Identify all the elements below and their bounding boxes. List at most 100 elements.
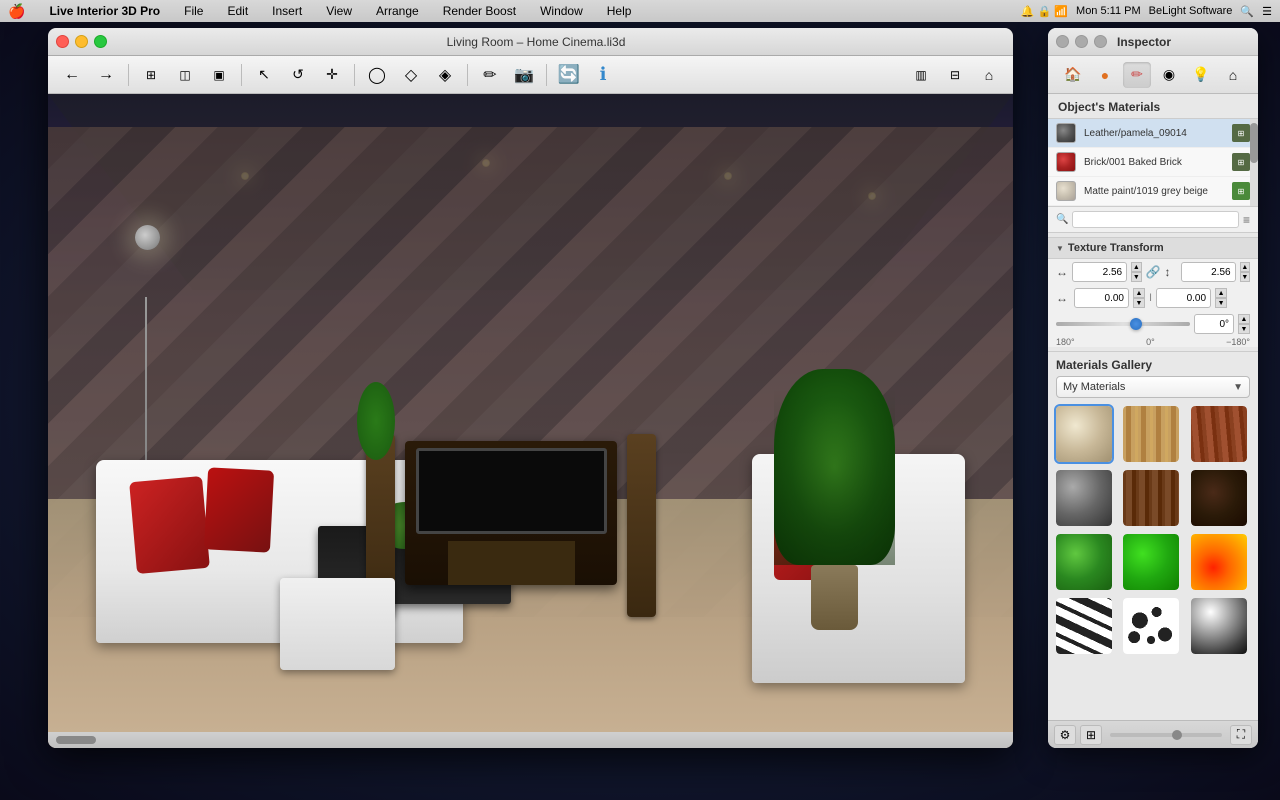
material-icon-leather: ⊞ xyxy=(1232,124,1250,142)
tab-home[interactable]: 🏠 xyxy=(1059,62,1087,88)
filter-menu-button[interactable]: ≡ xyxy=(1243,213,1250,227)
rooms-view-button[interactable]: ⊟ xyxy=(939,61,971,89)
height-up[interactable]: ▲ xyxy=(1240,262,1250,272)
gallery-item-wood-light[interactable] xyxy=(1121,404,1181,464)
minimize-button[interactable] xyxy=(75,35,88,48)
gallery-dropdown[interactable]: My Materials ▼ xyxy=(1056,376,1250,398)
material-item-leather[interactable]: Leather/pamela_09014 ⊞ xyxy=(1048,119,1258,148)
menubar-menu-icon[interactable]: ☰ xyxy=(1262,5,1272,18)
bottom-grid-button[interactable]: ⊞ xyxy=(1080,725,1102,745)
info-button[interactable]: ℹ xyxy=(587,61,619,89)
gallery-item-metal-sphere[interactable] xyxy=(1054,468,1114,528)
menubar-window[interactable]: Window xyxy=(536,4,587,18)
apple-menu[interactable]: 🍎 xyxy=(8,3,25,20)
plant-leaves xyxy=(774,369,896,565)
menubar-render[interactable]: Render Boost xyxy=(439,4,520,18)
menubar-arrange[interactable]: Arrange xyxy=(372,4,423,18)
x-stepper[interactable]: ▲ ▼ xyxy=(1133,288,1145,308)
height-down[interactable]: ▼ xyxy=(1240,272,1250,282)
inspector-close[interactable] xyxy=(1056,35,1069,48)
menubar-edit[interactable]: Edit xyxy=(223,4,252,18)
x-up[interactable]: ▲ xyxy=(1133,288,1145,298)
gallery-item-bright-green[interactable] xyxy=(1121,532,1181,592)
width-down[interactable]: ▼ xyxy=(1131,272,1141,282)
menubar-search-icon[interactable]: 🔍 xyxy=(1240,5,1254,18)
search-input[interactable] xyxy=(1072,211,1239,228)
menubar-appname[interactable]: Live Interior 3D Pro xyxy=(45,4,164,18)
tab-light[interactable]: 💡 xyxy=(1187,62,1215,88)
bottom-slider[interactable] xyxy=(1110,733,1222,737)
inspector-min[interactable] xyxy=(1075,35,1088,48)
pan-tool[interactable]: ✛ xyxy=(316,61,348,89)
draw-button[interactable]: ✏ xyxy=(474,61,506,89)
ottoman[interactable] xyxy=(280,578,396,670)
menubar-file[interactable]: File xyxy=(180,4,207,18)
texture-transform-label: Texture Transform xyxy=(1068,242,1164,254)
material-item-paint[interactable]: Matte paint/1019 grey beige ⊞ xyxy=(1048,177,1258,206)
bottom-fullscreen-button[interactable]: ⛶ xyxy=(1230,725,1252,745)
gallery-item-brown-wood[interactable] xyxy=(1121,468,1181,528)
height-input[interactable] xyxy=(1181,262,1236,282)
rotation-slider-thumb[interactable] xyxy=(1130,318,1142,330)
camera-button[interactable]: 📷 xyxy=(508,61,540,89)
y-stepper[interactable]: ▲ ▼ xyxy=(1215,288,1227,308)
rotation-row: ▲ ▼ xyxy=(1048,311,1258,337)
tab-texture[interactable]: ◉ xyxy=(1155,62,1183,88)
perspective-button[interactable]: ▣ xyxy=(203,61,235,89)
orbit-tool[interactable]: ↺ xyxy=(282,61,314,89)
x-input[interactable] xyxy=(1074,288,1129,308)
close-button[interactable] xyxy=(56,35,69,48)
gallery-item-beige-sphere[interactable] xyxy=(1054,404,1114,464)
rotation-slider-container[interactable] xyxy=(1056,316,1190,332)
x-down[interactable]: ▼ xyxy=(1133,298,1145,308)
rotate-view-button[interactable]: 🔄 xyxy=(553,61,585,89)
materials-scrollbar[interactable] xyxy=(1250,119,1258,206)
select-tool[interactable]: ↖ xyxy=(248,61,280,89)
rotation-down[interactable]: ▼ xyxy=(1238,324,1250,334)
rotation-stepper[interactable]: ▲ ▼ xyxy=(1238,314,1250,334)
gallery-item-wood-dark-red[interactable] xyxy=(1189,404,1249,464)
forward-button[interactable]: → xyxy=(90,61,122,89)
width-stepper[interactable]: ▲ ▼ xyxy=(1131,262,1141,282)
viewport-canvas[interactable] xyxy=(48,94,1013,748)
rotation-input[interactable] xyxy=(1194,314,1234,334)
menubar-insert[interactable]: Insert xyxy=(268,4,306,18)
y-up[interactable]: ▲ xyxy=(1215,288,1227,298)
height-stepper[interactable]: ▲ ▼ xyxy=(1240,262,1250,282)
menubar-help[interactable]: Help xyxy=(603,4,636,18)
scroll-indicator[interactable] xyxy=(56,736,96,744)
width-up[interactable]: ▲ xyxy=(1131,262,1141,272)
y-down[interactable]: ▼ xyxy=(1215,298,1227,308)
width-input[interactable] xyxy=(1072,262,1127,282)
bottom-slider-thumb[interactable] xyxy=(1172,730,1182,740)
gallery-item-zebra[interactable] xyxy=(1054,596,1114,656)
elevation-button[interactable]: ◫ xyxy=(169,61,201,89)
back-button[interactable]: ← xyxy=(56,61,88,89)
texture-transform-header[interactable]: ▼ Texture Transform xyxy=(1048,237,1258,259)
inspector-max[interactable] xyxy=(1094,35,1107,48)
gallery-item-green-sphere[interactable] xyxy=(1054,532,1114,592)
viewport[interactable] xyxy=(48,94,1013,748)
scrollbar-thumb[interactable] xyxy=(1250,123,1258,163)
gallery-item-dark-brown[interactable] xyxy=(1189,468,1249,528)
gallery-item-fire[interactable] xyxy=(1189,532,1249,592)
floorplan-button[interactable]: ⊞ xyxy=(135,61,167,89)
y-input[interactable] xyxy=(1156,288,1211,308)
material-item-brick[interactable]: Brick/001 Baked Brick ⊞ xyxy=(1048,148,1258,177)
bottom-settings-button[interactable]: ⚙ xyxy=(1054,725,1076,745)
rotation-up[interactable]: ▲ xyxy=(1238,314,1250,324)
tab-paint[interactable]: ✏ xyxy=(1123,62,1151,88)
box-button[interactable]: ◇ xyxy=(395,61,427,89)
material-name-leather: Leather/pamela_09014 xyxy=(1084,128,1224,139)
sphere-button[interactable]: ◯ xyxy=(361,61,393,89)
menubar-view[interactable]: View xyxy=(322,4,356,18)
bump-button[interactable]: ◈ xyxy=(429,61,461,89)
tab-building[interactable]: ⌂ xyxy=(1219,62,1247,88)
gallery-item-chrome[interactable] xyxy=(1189,596,1249,656)
maximize-button[interactable] xyxy=(94,35,107,48)
tv-unit[interactable] xyxy=(405,441,617,585)
2d-view-button[interactable]: ▥ xyxy=(905,61,937,89)
home-view-button[interactable]: ⌂ xyxy=(973,61,1005,89)
tab-sphere[interactable]: ● xyxy=(1091,62,1119,88)
gallery-item-dalmatian[interactable] xyxy=(1121,596,1181,656)
